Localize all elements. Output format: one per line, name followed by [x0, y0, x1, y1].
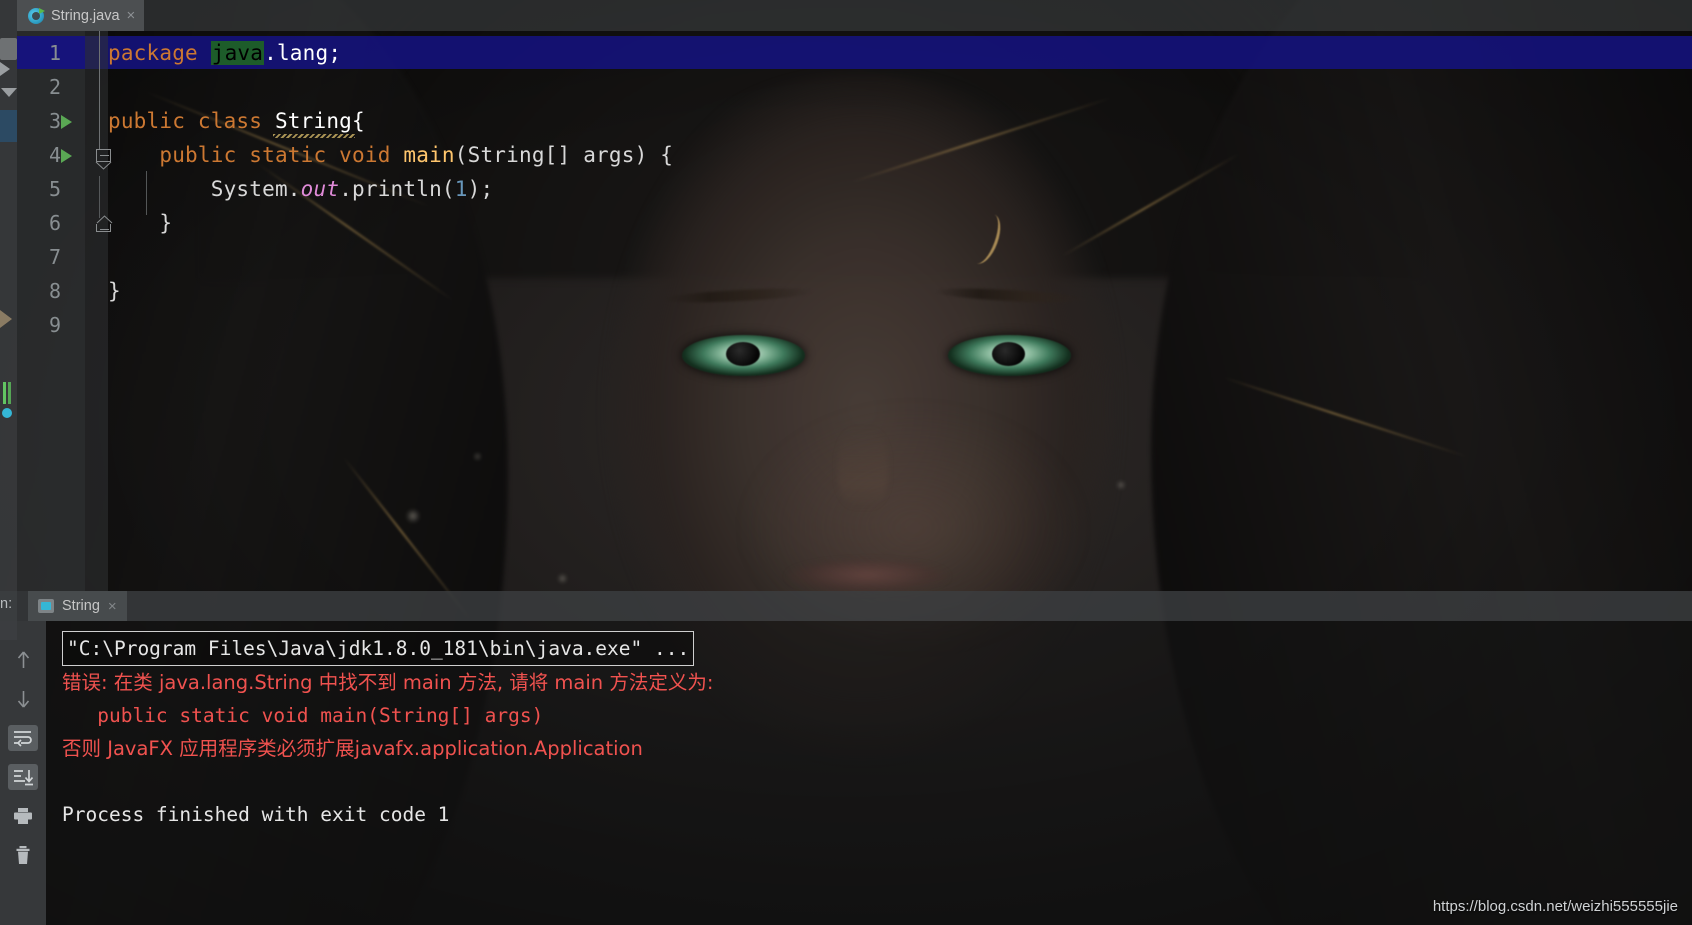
run-method-gutter-icon[interactable]	[61, 149, 72, 163]
line-number: 5	[48, 177, 61, 201]
strip-vcs-marker-green	[3, 382, 6, 404]
run-tab-label: String	[62, 598, 100, 614]
strip-vcs-marker-green-2	[8, 382, 11, 404]
line-number: 3	[48, 109, 61, 133]
indent-guide	[146, 171, 147, 215]
line-number: 6	[48, 211, 61, 235]
line-number: 2	[48, 75, 61, 99]
strip-highlight-block	[0, 110, 17, 142]
code-line-8: }	[108, 279, 121, 303]
print-icon[interactable]	[8, 803, 38, 829]
scroll-to-end-icon[interactable]	[8, 764, 38, 790]
line-number: 8	[48, 279, 61, 303]
run-class-gutter-icon[interactable]	[61, 115, 72, 129]
strip-marker-block	[0, 38, 17, 60]
code-line-6: }	[108, 211, 173, 235]
run-tool-window-header	[0, 591, 1692, 621]
console-output[interactable]: "C:\Program Files\Java\jdk1.8.0_181\bin\…	[46, 621, 1692, 925]
code-editor-area[interactable]: package java.lang; public class String{ …	[108, 31, 1692, 591]
fold-collapse-icon[interactable]	[95, 149, 114, 170]
console-error-line: 否则 JavaFX 应用程序类必须扩展javafx.application.Ap…	[62, 737, 643, 760]
run-tab-string[interactable]: String ×	[28, 591, 127, 621]
editor-tab-label: String.java	[51, 7, 120, 24]
close-icon[interactable]: ×	[127, 8, 136, 23]
code-line-4: public static void main(String[] args) {	[108, 143, 674, 167]
line-number: 9	[48, 313, 61, 337]
clear-all-trash-icon[interactable]	[8, 842, 38, 868]
line-number: 4	[48, 143, 61, 167]
fold-marker-column	[85, 31, 113, 591]
console-error-line: 错误: 在类 java.lang.String 中找不到 main 方法, 请将…	[62, 671, 714, 694]
editor-tab-bar: String.java ×	[17, 0, 1692, 31]
ide-window: String.java × 1 2 3 4 5 6 7 8 9 package …	[0, 0, 1692, 925]
editor-tab-string-java[interactable]: String.java ×	[17, 0, 145, 31]
close-icon[interactable]: ×	[108, 598, 117, 615]
watermark: https://blog.csdn.net/weizhi555555jie	[1432, 898, 1678, 915]
run-tool-window-title: n:	[0, 596, 13, 612]
console-command-line: "C:\Program Files\Java\jdk1.8.0_181\bin\…	[62, 631, 695, 666]
soft-wrap-icon[interactable]	[8, 725, 38, 751]
strip-chevron-down-icon[interactable]	[1, 88, 17, 97]
editor-scrollbar[interactable]	[1680, 31, 1692, 591]
rerun-down-arrow-icon[interactable]	[8, 686, 38, 712]
strip-bookmark-arrow-icon[interactable]	[0, 310, 12, 328]
line-number-column: 1 2 3 4 5 6 7 8 9	[17, 31, 85, 591]
code-line-3: public class String{	[108, 109, 365, 133]
code-line-5: System.out.println(1);	[108, 177, 494, 201]
console-error-line: public static void main(String[] args)	[62, 704, 544, 727]
rerun-up-arrow-icon[interactable]	[8, 647, 38, 673]
java-class-icon	[28, 7, 45, 24]
strip-chevron-right-icon[interactable]	[0, 62, 10, 76]
line-number: 1	[48, 41, 61, 65]
fold-expand-icon[interactable]	[96, 215, 114, 232]
run-configuration-icon	[38, 599, 54, 613]
run-tool-sidebar[interactable]	[0, 621, 46, 925]
code-line-1: package java.lang;	[108, 41, 342, 65]
line-number: 7	[48, 245, 61, 269]
inspection-squiggle	[273, 134, 355, 138]
left-tool-strip[interactable]	[0, 0, 17, 640]
strip-breakpoint-icon[interactable]	[2, 408, 12, 418]
console-exit-line: Process finished with exit code 1	[62, 803, 450, 826]
